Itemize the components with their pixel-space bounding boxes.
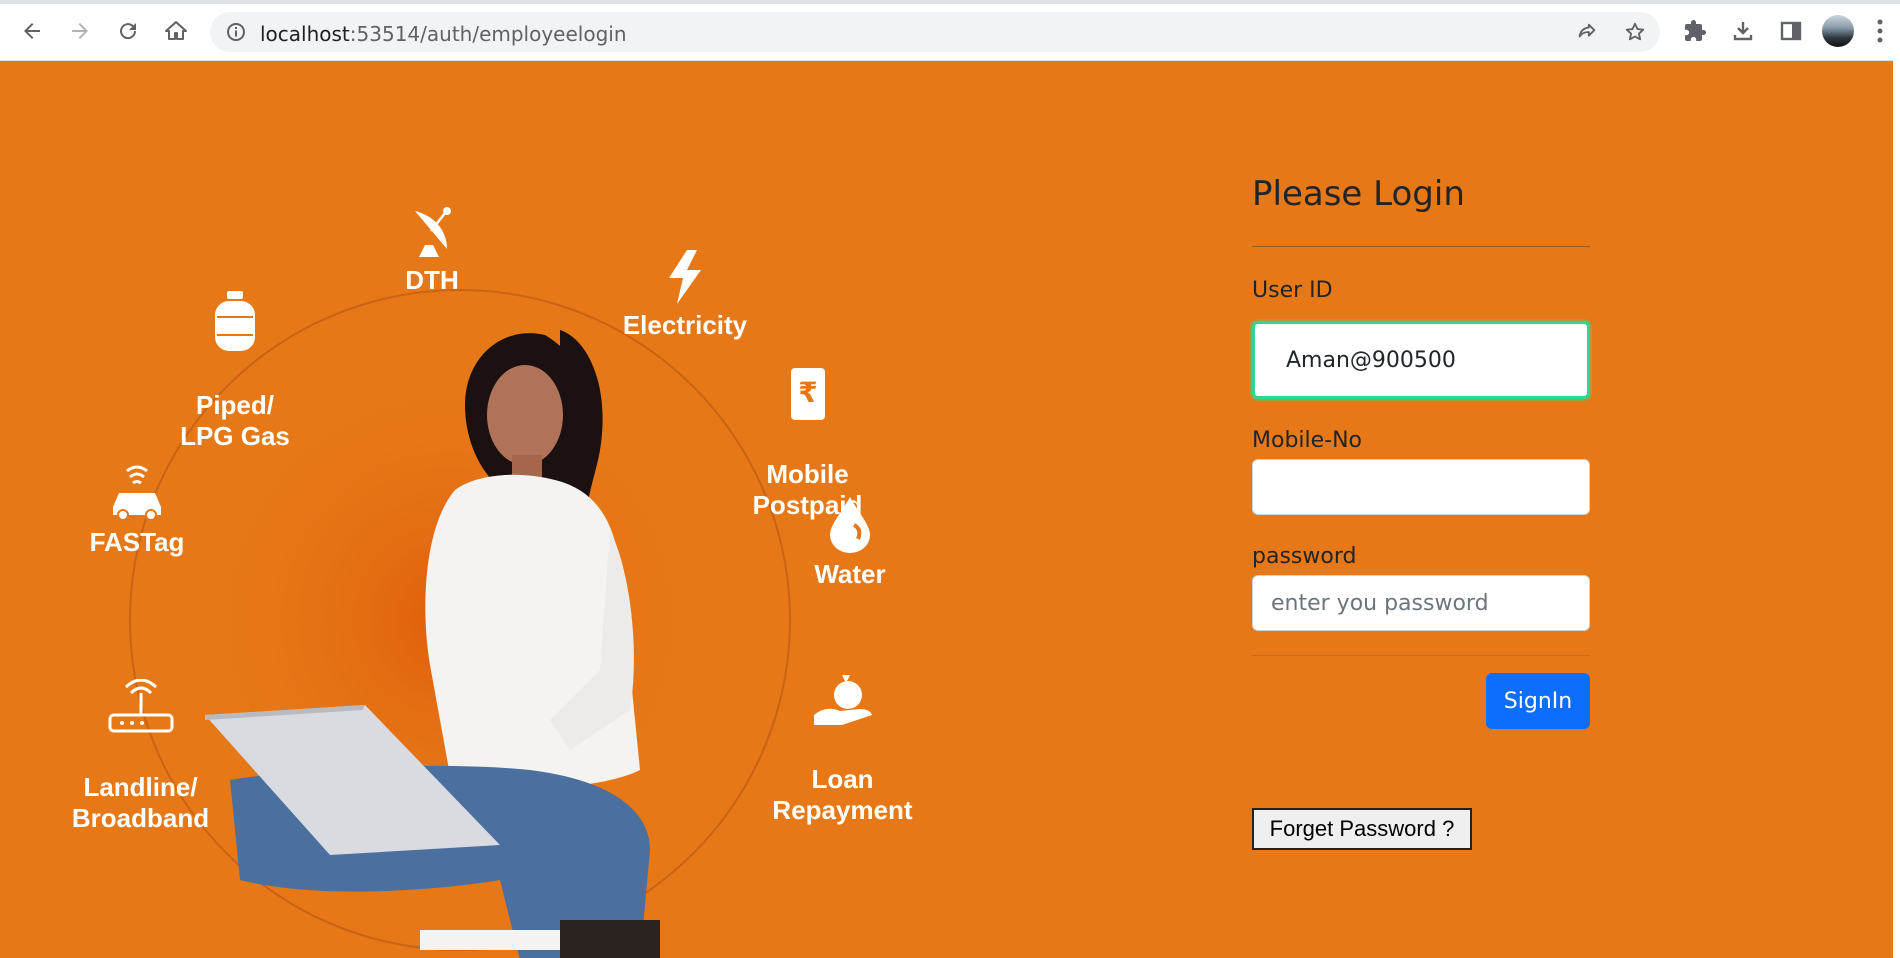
login-form: Please Login User ID Aman@900500 Mobile-… bbox=[1252, 170, 1590, 870]
title-divider bbox=[1252, 246, 1590, 247]
service-label: Loan Repayment bbox=[772, 764, 913, 825]
browser-toolbar: localhost:53514/auth/employeelogin bbox=[0, 0, 1900, 61]
money-bag-hand-icon bbox=[813, 675, 872, 725]
service-label: DTH bbox=[405, 265, 459, 295]
router-icon bbox=[108, 679, 173, 733]
hero-illustration: DTH Electricity Piped/ LPG Gas ₹ Mobile … bbox=[0, 60, 960, 958]
mobile-no-label: Mobile-No bbox=[1252, 428, 1363, 453]
water-drop-icon bbox=[830, 497, 870, 553]
form-divider bbox=[1252, 655, 1590, 656]
download-icon[interactable] bbox=[1728, 16, 1758, 46]
service-fastag: FASTag bbox=[82, 463, 192, 558]
scrollbar-track bbox=[1893, 60, 1900, 958]
share-icon[interactable] bbox=[1576, 21, 1598, 48]
back-icon[interactable] bbox=[18, 17, 46, 45]
service-label: Water bbox=[814, 559, 886, 589]
car-tag-icon bbox=[113, 465, 161, 521]
rupee-phone-icon: ₹ bbox=[790, 368, 825, 420]
address-bar[interactable]: localhost:53514/auth/employeelogin bbox=[210, 12, 1660, 52]
tab-strip-edge bbox=[0, 0, 1900, 4]
service-dth: DTH bbox=[382, 205, 482, 296]
signin-button[interactable]: SignIn bbox=[1486, 673, 1590, 729]
password-placeholder: enter you password bbox=[1271, 590, 1489, 616]
url-path: :53514/auth/employeelogin bbox=[349, 22, 627, 46]
profile-avatar[interactable] bbox=[1822, 15, 1854, 47]
svg-text:₹: ₹ bbox=[798, 376, 817, 409]
service-water: Water bbox=[800, 495, 900, 590]
satellite-dish-icon bbox=[415, 207, 451, 257]
forward-icon[interactable] bbox=[66, 17, 94, 45]
url-text[interactable]: localhost:53514/auth/employeelogin bbox=[260, 22, 627, 46]
gas-cylinder-icon bbox=[215, 291, 255, 351]
site-info-icon[interactable] bbox=[226, 22, 246, 42]
side-panel-icon[interactable] bbox=[1776, 16, 1806, 46]
service-lpg-gas: Piped/ LPG Gas bbox=[175, 260, 295, 452]
reload-icon[interactable] bbox=[114, 17, 142, 45]
service-electricity: Electricity bbox=[620, 250, 750, 341]
user-id-value: Aman@900500 bbox=[1286, 347, 1456, 373]
password-input[interactable]: enter you password bbox=[1252, 575, 1590, 631]
service-mobile-postpaid: ₹ Mobile Postpaid bbox=[745, 335, 870, 521]
extensions-icon[interactable] bbox=[1680, 16, 1710, 46]
service-loan-repayment: Loan Repayment bbox=[765, 640, 920, 826]
lightning-icon bbox=[669, 250, 701, 304]
service-label: Piped/ LPG Gas bbox=[180, 390, 290, 451]
bookmark-star-icon[interactable] bbox=[1624, 21, 1646, 48]
service-label: Electricity bbox=[622, 310, 748, 340]
page-title: Please Login bbox=[1252, 174, 1465, 214]
url-host: localhost bbox=[260, 22, 350, 46]
menu-icon[interactable] bbox=[1876, 18, 1884, 44]
password-label: password bbox=[1252, 544, 1357, 569]
user-id-label: User ID bbox=[1252, 278, 1333, 303]
home-icon[interactable] bbox=[162, 17, 190, 45]
user-id-input[interactable]: Aman@900500 bbox=[1252, 321, 1590, 399]
service-label: FASTag bbox=[89, 527, 185, 557]
forget-password-button[interactable]: Forget Password ? bbox=[1252, 808, 1472, 850]
service-landline-broadband: Landline/ Broadband bbox=[68, 648, 213, 834]
service-label: Landline/ Broadband bbox=[71, 772, 210, 833]
mobile-no-input[interactable] bbox=[1252, 459, 1590, 515]
